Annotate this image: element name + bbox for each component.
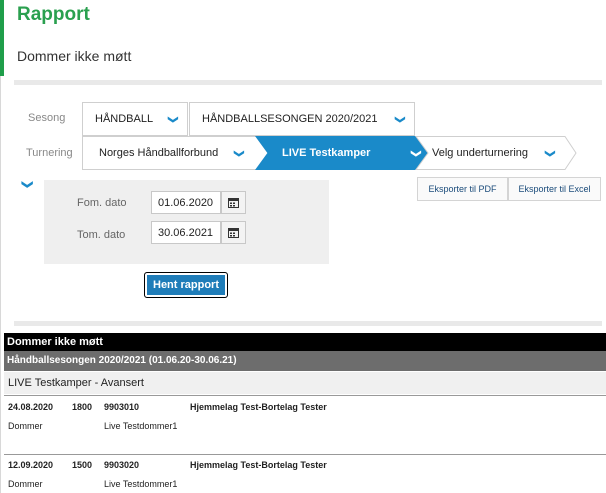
turnering-label: Turnering: [26, 147, 73, 159]
sport-dropdown[interactable]: HÅNDBALL ❮: [82, 102, 188, 136]
match-teams: Hjemmelag Test-Bortelag Tester: [190, 402, 327, 412]
separator-bottom: [14, 321, 602, 326]
season-value: HÅNDBALLSESONGEN 2020/2021: [202, 113, 378, 125]
chevron-down-icon: ❮: [394, 114, 406, 124]
match-time: 1800: [72, 402, 93, 412]
hent-rapport-button[interactable]: Hent rapport: [144, 272, 228, 298]
match-role: Dommer: [8, 421, 43, 431]
match-time: 1500: [72, 460, 93, 470]
crumb-federation[interactable]: Norges Håndballforbund ❮: [99, 136, 259, 170]
match-number: 9903020: [104, 460, 140, 470]
crumb-subtournament[interactable]: Velg underturnering ❮: [432, 136, 568, 170]
left-divider: [0, 76, 1, 493]
row-divider: [4, 395, 606, 396]
from-date-input[interactable]: 01.06.2020: [151, 191, 221, 214]
from-date-label: Fom. dato: [77, 197, 127, 209]
match-referee: Live Testdommer1: [104, 421, 178, 431]
match-date: 12.09.2020: [8, 460, 54, 470]
season-header: Håndballsesongen 2020/2021 (01.06.20-30.…: [4, 351, 606, 371]
calendar-icon: [228, 198, 239, 208]
export-pdf-button[interactable]: Eksporter til PDF: [417, 177, 508, 201]
chevron-down-icon: ❮: [233, 148, 245, 158]
export-excel-button[interactable]: Eksporter til Excel: [508, 177, 601, 201]
to-calendar-button[interactable]: [221, 221, 246, 244]
crumb-live-label: LIVE Testkamper: [282, 147, 371, 159]
page-subtitle: Dommer ikke møtt: [17, 48, 132, 64]
accent-bar: [0, 0, 4, 76]
row-divider: [4, 454, 606, 455]
to-date-input[interactable]: 30.06.2021: [151, 221, 221, 244]
crumb-sub-label: Velg underturnering: [432, 147, 529, 159]
to-date-label: Tom. dato: [77, 229, 126, 241]
match-number: 9903010: [104, 402, 140, 412]
crumb-live-testkamper[interactable]: LIVE Testkamper ❮: [282, 136, 432, 170]
tournament-header: LIVE Testkamper - Avansert: [4, 372, 606, 394]
chevron-down-icon: ❮: [544, 148, 556, 158]
separator-top: [14, 80, 602, 85]
chevron-down-icon: ❮: [167, 114, 179, 124]
sesong-label: Sesong: [28, 112, 66, 124]
season-dropdown[interactable]: HÅNDBALLSESONGEN 2020/2021 ❮: [189, 102, 415, 136]
chevron-down-icon: ❮: [410, 148, 422, 158]
calendar-icon: [228, 228, 239, 238]
page-title: Rapport: [17, 4, 90, 25]
from-calendar-button[interactable]: [221, 191, 246, 214]
match-teams: Hjemmelag Test-Bortelag Tester: [190, 460, 327, 470]
crumb-federation-label: Norges Håndballforbund: [99, 147, 219, 159]
collapse-toggle-icon[interactable]: ❮: [20, 180, 33, 189]
report-title: Dommer ikke møtt: [4, 333, 606, 351]
sport-value: HÅNDBALL: [95, 113, 154, 125]
match-role: Dommer: [8, 479, 43, 489]
match-referee: Live Testdommer1: [104, 479, 178, 489]
match-date: 24.08.2020: [8, 402, 54, 412]
